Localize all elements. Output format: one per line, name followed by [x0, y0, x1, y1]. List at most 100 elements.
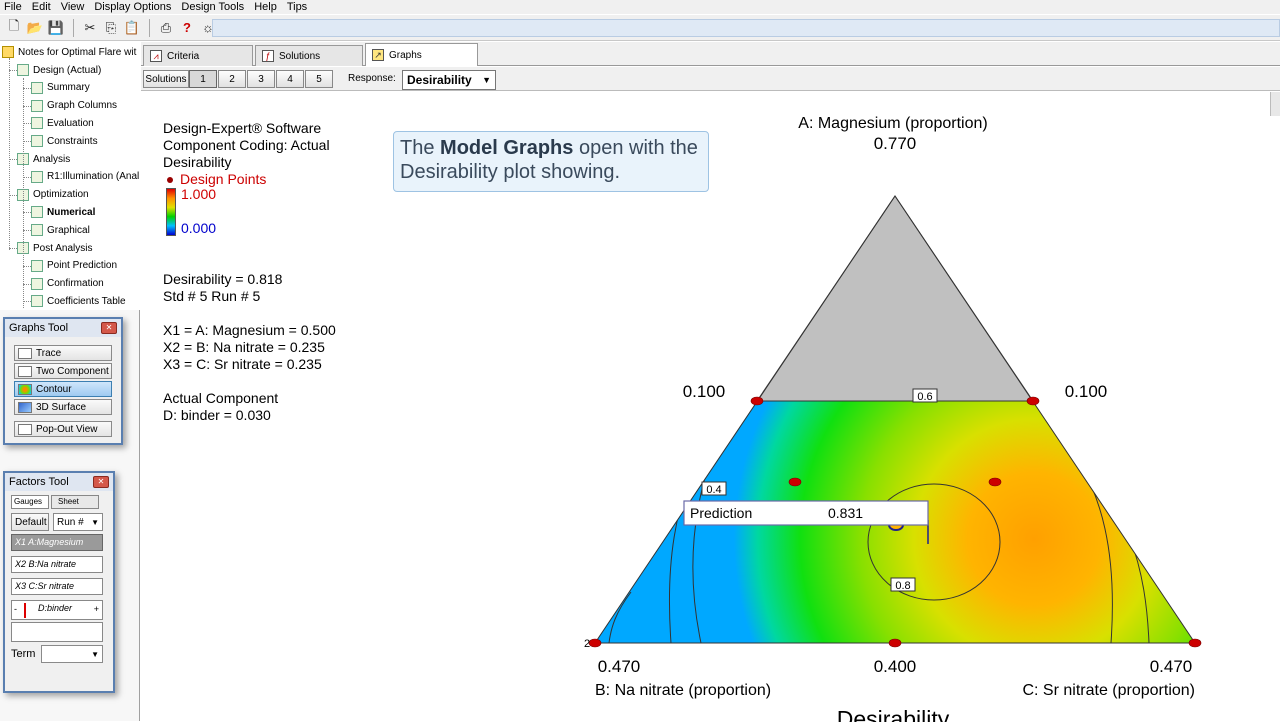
tree-item-analysis[interactable]: Analysis [17, 151, 70, 167]
tree-item-design-actual[interactable]: Design (Actual) [17, 62, 101, 78]
contour-button[interactable]: Contour [14, 381, 112, 397]
default-button[interactable]: Default [11, 513, 49, 531]
slider-handle[interactable] [24, 603, 26, 618]
tree-item-post-analysis[interactable]: Post Analysis [17, 240, 92, 256]
tree-connector [23, 283, 31, 285]
tree-item-r1-illumination-anal[interactable]: R1:Illumination (Anal [31, 169, 139, 185]
print-icon[interactable]: ⎙ [156, 18, 176, 38]
toolbar-separator [149, 18, 150, 37]
sheet-tab[interactable]: Sheet [51, 495, 99, 509]
tree-connector [23, 230, 31, 232]
design-point[interactable] [988, 477, 1002, 487]
gauges-tab[interactable]: Gauges [11, 495, 49, 509]
tree-item-constraints[interactable]: Constraints [31, 133, 98, 149]
cut-icon[interactable]: ✂ [80, 18, 100, 38]
tree-item-label: Graphical [47, 224, 90, 236]
binder-value: D: binder = 0.030 [163, 407, 271, 423]
toolbar: 🗋 📂 💾 ✂ ⎘ 📋 ⎙ ? ☼ [0, 15, 1280, 41]
tree-connector [23, 105, 31, 107]
contour-icon [18, 383, 32, 395]
graph-legend: Design-Expert® Software Component Coding… [163, 120, 330, 188]
chevron-down-icon: ▼ [91, 649, 99, 659]
design-point[interactable] [788, 477, 802, 487]
tree-connector [9, 159, 17, 160]
tree-item-confirmation[interactable]: Confirmation [31, 276, 104, 292]
close-icon[interactable]: ✕ [101, 322, 117, 334]
factors-tool-title[interactable]: Factors Tool ✕ [5, 473, 113, 491]
design-point[interactable] [1188, 638, 1202, 648]
open-folder-icon[interactable]: 📂 [25, 18, 45, 38]
response-select[interactable]: Desirability ▼ [402, 70, 496, 90]
save-icon[interactable]: 💾 [46, 18, 66, 38]
tab-solutions[interactable]: ƒ Solutions [255, 45, 363, 66]
new-file-icon[interactable]: 🗋 [4, 18, 24, 38]
tree-node-icon [31, 117, 43, 130]
binder-plus: + [93, 604, 99, 614]
solution-4-button[interactable]: 4 [276, 70, 304, 88]
menu-tips[interactable]: Tips [287, 1, 307, 13]
paste-icon[interactable]: 📋 [122, 18, 142, 38]
response-label: Response: [348, 73, 396, 84]
tree-item-label: R1:Illumination (Anal [47, 171, 140, 183]
menu-help[interactable]: Help [254, 1, 277, 13]
solution-1-button[interactable]: 1 [189, 70, 217, 88]
term-select[interactable]: ▼ [41, 645, 103, 663]
solutions-label-button[interactable]: Solutions [143, 70, 189, 88]
tree-root[interactable]: Notes for Optimal Flare wit [2, 44, 136, 60]
menu-display-options[interactable]: Display Options [94, 1, 171, 13]
solution-3-button[interactable]: 3 [247, 70, 275, 88]
navigation-tree: Notes for Optimal Flare wit Design (Actua… [0, 42, 140, 310]
tree-item-label: Summary [47, 82, 90, 94]
3d-surface-button[interactable]: 3D Surface [14, 399, 112, 415]
tab-graphs[interactable]: ↗ Graphs [365, 43, 478, 66]
factor-x2-gauge[interactable]: X2 B:Na nitrate [11, 556, 103, 573]
tree-item-graphical[interactable]: Graphical [31, 222, 90, 238]
pop-out-label: Pop-Out View [36, 423, 98, 435]
close-icon[interactable]: ✕ [93, 476, 109, 488]
tree-item-numerical[interactable]: Numerical [31, 204, 95, 220]
trace-button[interactable]: Trace [14, 345, 112, 361]
tree-node-icon [31, 295, 43, 308]
solution-5-button[interactable]: 5 [305, 70, 333, 88]
design-point-marker-icon [167, 177, 173, 184]
tree-item-evaluation[interactable]: Evaluation [31, 115, 94, 131]
prediction-label: Prediction [690, 505, 752, 521]
left-mid-label: 0.100 [683, 382, 726, 401]
binder-value-box[interactable] [11, 622, 103, 642]
design-point[interactable] [750, 396, 764, 406]
factor-x3-gauge[interactable]: X3 C:Sr nitrate [11, 578, 103, 595]
run-select[interactable]: Run # ▼ [53, 513, 103, 531]
menu-design-tools[interactable]: Design Tools [181, 1, 244, 13]
tree-node-icon [31, 277, 43, 290]
design-point[interactable] [588, 638, 602, 648]
tree-item-coefficients-table[interactable]: Coefficients Table [31, 293, 126, 309]
pop-out-view-button[interactable]: Pop-Out View [14, 421, 112, 437]
scrollbar[interactable] [1270, 92, 1280, 116]
menu-file[interactable]: File [4, 1, 22, 13]
tree-node-icon [31, 81, 43, 94]
solution-2-button[interactable]: 2 [218, 70, 246, 88]
binder-slider[interactable]: - D:binder + [11, 600, 103, 620]
two-component-button[interactable]: Two Component [14, 363, 112, 379]
copy-icon[interactable]: ⎘ [101, 18, 121, 38]
menu-edit[interactable]: Edit [32, 1, 51, 13]
tree-item-summary[interactable]: Summary [31, 80, 90, 96]
design-point[interactable] [1026, 396, 1040, 406]
graphs-tool-title[interactable]: Graphs Tool ✕ [5, 319, 121, 337]
tab-criteria[interactable]: ⩘ Criteria [143, 45, 253, 66]
graphs-icon: ↗ [372, 49, 384, 61]
tree-item-point-prediction[interactable]: Point Prediction [31, 258, 117, 274]
bottom-mid-label: 0.400 [874, 657, 917, 676]
tree-item-optimization[interactable]: Optimization [17, 187, 89, 203]
x1-value: X1 = A: Magnesium = 0.500 [163, 322, 336, 338]
tree-item-label: Coefficients Table [47, 295, 126, 307]
help-icon[interactable]: ? [177, 18, 197, 38]
desirability-contour-plot[interactable]: 0.6 0.4 0.8 Prediction 0.831 A: Magnesiu… [571, 102, 1271, 722]
axis-c-label: C: Sr nitrate (proportion) [1022, 682, 1195, 699]
menu-view[interactable]: View [61, 1, 85, 13]
design-point[interactable] [888, 638, 902, 648]
tree-connector [23, 212, 31, 214]
factor-x1-gauge[interactable]: X1 A:Magnesium [11, 534, 103, 551]
tree-item-label: Confirmation [47, 278, 104, 290]
tree-item-graph-columns[interactable]: Graph Columns [31, 98, 117, 114]
